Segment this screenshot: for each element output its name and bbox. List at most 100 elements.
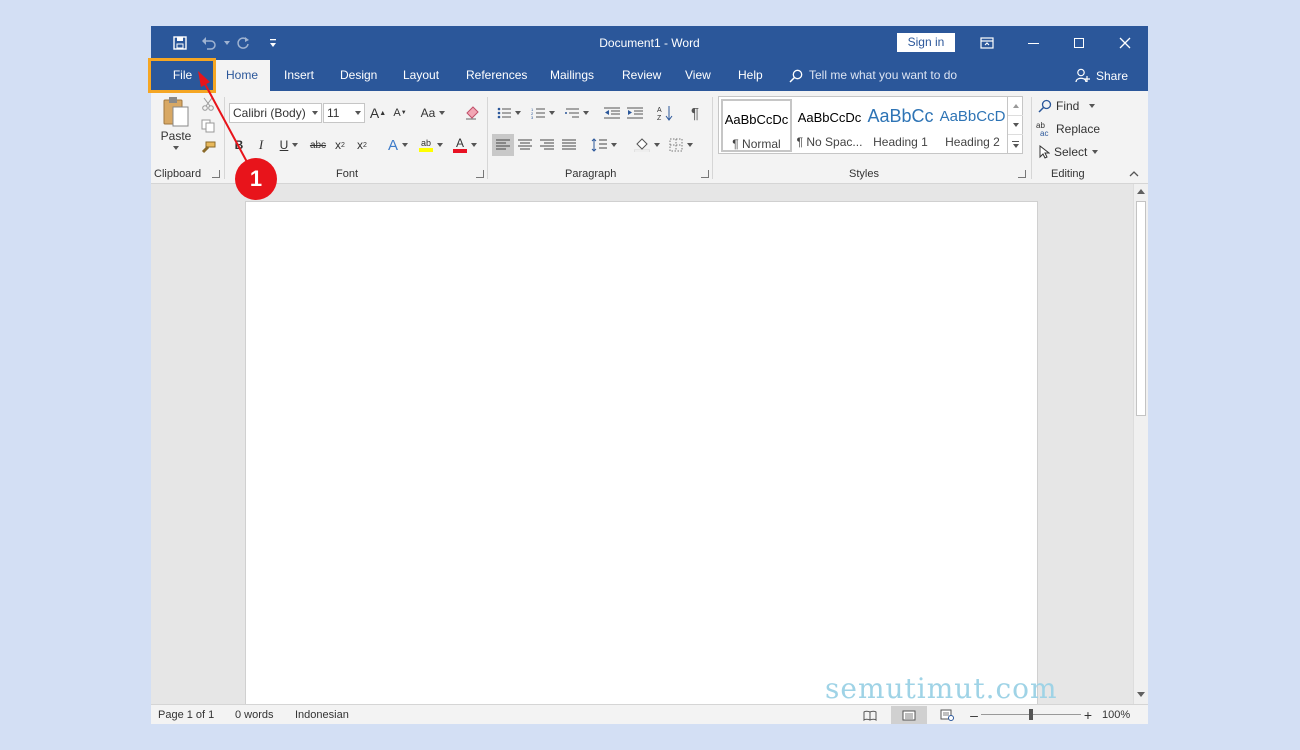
style-normal[interactable]: AaBbCcDc ¶ Normal	[721, 99, 792, 152]
svg-text:ac: ac	[1040, 129, 1048, 137]
ribbon-display-options-icon[interactable]	[964, 26, 1010, 60]
document-page[interactable]	[245, 201, 1038, 721]
zoom-in-icon[interactable]: +	[1082, 707, 1094, 723]
gallery-down-icon[interactable]	[1008, 115, 1023, 134]
select-button[interactable]: Select	[1038, 142, 1108, 162]
font-launcher-icon[interactable]	[476, 170, 484, 178]
font-size-dropdown[interactable]: 11	[323, 103, 365, 123]
read-mode-icon[interactable]	[859, 707, 881, 723]
gallery-more-icon[interactable]	[1008, 134, 1023, 153]
decrease-indent-icon[interactable]	[602, 103, 622, 123]
zoom-out-icon[interactable]: –	[968, 707, 980, 723]
sign-in-button[interactable]: Sign in	[897, 33, 955, 52]
tab-help[interactable]: Help	[738, 60, 763, 91]
vertical-scrollbar[interactable]	[1133, 184, 1148, 704]
close-icon[interactable]	[1102, 26, 1148, 60]
tab-home[interactable]: Home	[214, 60, 270, 91]
clipboard-launcher-icon[interactable]	[212, 170, 220, 178]
show-formatting-marks-icon[interactable]: ¶	[685, 103, 705, 123]
style-heading-2[interactable]: AaBbCcD Heading 2	[937, 99, 1008, 152]
style-normal-preview: AaBbCcDc	[724, 112, 789, 127]
scroll-down-icon[interactable]	[1135, 688, 1147, 700]
page-count[interactable]: Page 1 of 1	[158, 709, 214, 721]
highlight-color-icon[interactable]: ab	[415, 135, 447, 155]
share-button[interactable]: Share	[1075, 60, 1128, 91]
person-add-icon	[1075, 68, 1090, 83]
text-effects-icon[interactable]: A	[383, 135, 413, 155]
shading-icon[interactable]	[631, 134, 663, 156]
scrollbar-thumb[interactable]	[1136, 201, 1146, 416]
svg-text:A: A	[657, 107, 662, 114]
scroll-up-icon[interactable]	[1135, 185, 1147, 197]
word-count[interactable]: 0 words	[235, 709, 274, 721]
font-color-icon[interactable]: A	[449, 135, 481, 155]
increase-indent-icon[interactable]	[625, 103, 645, 123]
lightbulb-search-icon	[789, 69, 803, 83]
format-painter-icon[interactable]	[199, 139, 217, 157]
tab-references[interactable]: References	[466, 60, 527, 91]
subscript-icon[interactable]: x2	[331, 135, 349, 155]
style-heading-1[interactable]: AaBbCc Heading 1	[865, 99, 936, 152]
borders-icon[interactable]	[665, 134, 697, 156]
tab-layout[interactable]: Layout	[403, 60, 439, 91]
tab-insert[interactable]: Insert	[284, 60, 314, 91]
numbering-icon[interactable]: 123	[528, 103, 558, 123]
grow-font-icon[interactable]: A ▲	[369, 103, 387, 123]
language-indicator[interactable]: Indonesian	[295, 709, 349, 721]
shrink-font-icon[interactable]: A ▼	[391, 103, 409, 123]
align-right-icon[interactable]	[536, 134, 558, 156]
tab-mailings[interactable]: Mailings	[550, 60, 594, 91]
clipboard-group-label: Clipboard	[154, 168, 202, 180]
line-spacing-icon[interactable]	[588, 134, 620, 156]
zoom-slider[interactable]	[981, 709, 1081, 720]
tab-review[interactable]: Review	[622, 60, 661, 91]
underline-icon[interactable]: U	[275, 135, 303, 155]
align-center-icon[interactable]	[514, 134, 536, 156]
paste-label: Paste	[160, 129, 192, 143]
strikethrough-icon[interactable]: abc	[308, 135, 328, 155]
bold-icon[interactable]: B	[231, 135, 247, 155]
share-label: Share	[1096, 68, 1129, 83]
minimize-icon[interactable]	[1010, 26, 1056, 60]
web-layout-icon[interactable]	[936, 707, 958, 723]
style-heading-1-preview: AaBbCc	[867, 106, 934, 126]
replace-label: Replace	[1056, 122, 1101, 136]
zoom-level[interactable]: 100%	[1102, 709, 1130, 721]
print-layout-icon[interactable]	[891, 706, 927, 724]
superscript-icon[interactable]: x2	[353, 135, 371, 155]
gallery-up-icon[interactable]	[1008, 96, 1023, 115]
status-bar: Page 1 of 1 0 words Indonesian – + 100%	[151, 704, 1148, 724]
bullets-icon[interactable]	[494, 103, 524, 123]
cut-icon[interactable]	[199, 95, 217, 113]
tab-view[interactable]: View	[685, 60, 711, 91]
collapse-ribbon-icon[interactable]	[1126, 167, 1142, 181]
word-window: Document1 - Word Sign in File Home Inser…	[151, 26, 1148, 724]
maximize-icon[interactable]	[1056, 26, 1102, 60]
styles-launcher-icon[interactable]	[1018, 170, 1026, 178]
styles-gallery: AaBbCcDc ¶ Normal AaBbCcDc ¶ No Spac... …	[718, 96, 1023, 154]
document-area	[151, 184, 1133, 721]
justify-icon[interactable]	[558, 134, 580, 156]
font-group-label: Font	[336, 168, 359, 180]
tab-design[interactable]: Design	[340, 60, 377, 91]
cursor-icon	[1039, 145, 1050, 159]
copy-icon[interactable]	[199, 117, 217, 135]
align-left-icon[interactable]	[492, 134, 514, 156]
find-button[interactable]: Find	[1038, 96, 1108, 116]
tell-me-search[interactable]: Tell me what you want to do	[789, 60, 957, 91]
zoom-slider-thumb[interactable]	[1029, 709, 1033, 720]
replace-button[interactable]: ab ac Replace	[1036, 119, 1106, 139]
font-name-dropdown[interactable]: Calibri (Body)	[229, 103, 322, 123]
paste-button[interactable]: Paste	[159, 96, 193, 158]
replace-icon: abac	[1036, 121, 1048, 137]
change-case-button[interactable]: Aa	[417, 103, 449, 123]
style-no-spacing[interactable]: AaBbCcDc ¶ No Spac...	[794, 99, 865, 152]
multilevel-list-icon[interactable]	[562, 103, 592, 123]
styles-group-label: Styles	[849, 168, 879, 180]
group-divider	[487, 97, 488, 179]
paragraph-launcher-icon[interactable]	[701, 170, 709, 178]
title-bar: Document1 - Word Sign in	[151, 26, 1148, 60]
italic-icon[interactable]: I	[253, 135, 269, 155]
sort-icon[interactable]: AZ	[655, 103, 675, 123]
clear-formatting-icon[interactable]	[463, 103, 481, 123]
